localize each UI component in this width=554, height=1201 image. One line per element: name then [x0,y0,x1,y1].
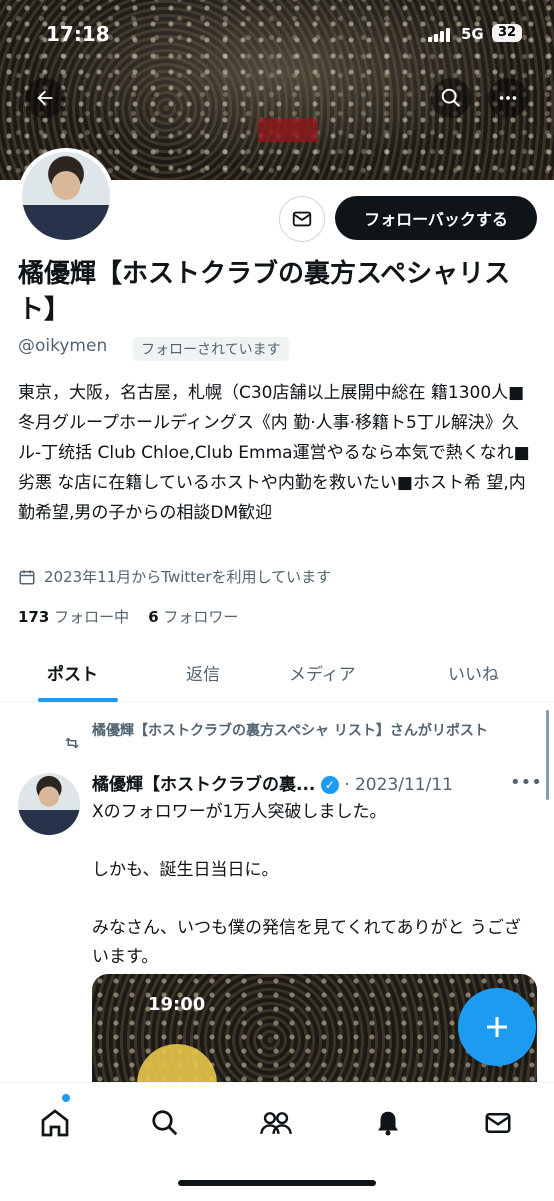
search-button[interactable] [431,78,471,118]
notifications-icon [378,1111,398,1136]
media-time-text: 19:00 [148,994,206,1015]
home-icon [41,1109,69,1137]
tab-replies[interactable]: 返信 [186,660,220,685]
post-author[interactable]: 橘優輝【ホストクラブの裏... [92,775,315,795]
status-time: 17:18 [46,22,110,46]
home-indicator [178,1180,376,1186]
post-more-icon[interactable]: ••• [510,772,542,793]
mail-icon [292,211,312,227]
nav-notifications[interactable] [368,1103,408,1143]
scrollbar[interactable] [546,710,549,800]
back-button[interactable] [25,78,65,118]
post-body: Xのフォロワーが1万人突破しました。 しかも、誕生日当日に。 みなさん、いつも僕… [92,802,521,967]
more-button[interactable] [488,78,528,118]
signal-icon [428,26,454,42]
verified-icon: ✓ [320,776,339,794]
home-notification-dot [62,1094,70,1102]
post-date[interactable]: · 2023/11/11 [344,775,453,795]
battery-icon: 32 [492,24,522,42]
follows-you-badge: フォローされています [133,337,289,361]
profile-bio: 東京，大阪，名古屋，札幌（C30店舗以上展開中総在 籍1300人■冬月グループホ… [18,383,530,523]
nav-communities[interactable] [256,1103,296,1143]
compose-button[interactable] [458,988,536,1066]
following-count: 173 [18,608,50,626]
repost-label: 橘優輝【ホストクラブの裏方スペシャ リスト】さんがリポスト [92,723,488,739]
following-link[interactable]: 173 フォロー中 [18,608,129,626]
joined-date: 2023年11月からTwitterを利用しています [18,566,331,587]
nav-home[interactable] [35,1103,75,1143]
message-button[interactable] [279,196,325,242]
status-bar: 17:18 5G 32 [0,0,554,70]
tab-media[interactable]: メディア [289,660,356,685]
messages-icon [485,1113,511,1133]
following-label: フォロー中 [54,608,130,626]
profile-tabs: ポスト 返信 メディア いいね [0,650,554,703]
repost-icon [65,737,79,749]
communities-icon [260,1112,292,1135]
profile-handle: @oikymen [18,336,108,356]
plus-icon [487,1017,507,1037]
follow-counts: 173 フォロー中 6 フォロワー [18,606,238,627]
tab-posts[interactable]: ポスト [47,660,98,685]
banner-stage [258,118,318,142]
more-icon [499,96,517,100]
followers-count: 6 [148,608,159,626]
post-avatar[interactable] [18,773,80,835]
profile-avatar[interactable] [18,148,114,244]
search-icon [152,1110,178,1136]
followers-label: フォロワー [163,608,239,626]
active-tab-indicator [38,698,118,702]
arrow-left-icon [37,90,53,106]
followers-link[interactable]: 6 フォロワー [148,608,238,626]
search-icon [441,88,460,107]
follow-back-button[interactable]: フォローバックする [335,196,537,240]
joined-text: 2023年11月からTwitterを利用しています [44,568,332,586]
nav-messages[interactable] [478,1103,518,1143]
nav-search[interactable] [145,1103,185,1143]
post-header: 橘優輝【ホストクラブの裏... ✓ · 2023/11/11 [92,770,453,795]
network-label: 5G [461,25,484,43]
calendar-icon [19,569,35,584]
tab-likes[interactable]: いいね [448,660,499,685]
profile-name: 橘優輝【ホストクラブの裏方スペシャリスト】 [18,259,511,325]
